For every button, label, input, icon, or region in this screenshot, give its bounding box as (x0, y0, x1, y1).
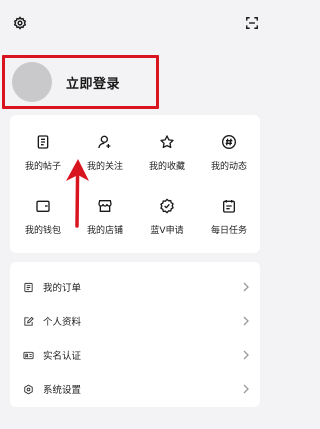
menu-item-label: 我的订单 (43, 283, 82, 294)
hashtag-icon (220, 133, 238, 151)
grid-item-label: 我的帖子 (24, 162, 61, 172)
menu-item-label: 个人资料 (43, 317, 82, 328)
verified-icon (158, 197, 176, 215)
grid-item-wallet[interactable]: 我的钱包 (12, 195, 74, 245)
menu-item-label: 实名认证 (43, 351, 82, 362)
quick-access-card: 我的帖子 我的关注 我的收藏 我的动态 我的钱包 我的店铺 蓝V申请 每日任务 (10, 115, 260, 253)
menu-item-real-name-verification[interactable]: 实名认证 (10, 338, 260, 372)
grid-item-daily-tasks[interactable]: 每日任务 (198, 195, 260, 245)
id-card-icon (22, 349, 34, 361)
edit-profile-icon (22, 315, 34, 327)
grid-item-favorites[interactable]: 我的收藏 (136, 131, 198, 181)
login-label[interactable]: 立即登录 (66, 73, 120, 92)
calendar-icon (220, 197, 238, 215)
grid-item-label: 我的店铺 (86, 226, 123, 236)
menu-list-card: 我的订单 个人资料 实名认证 系统设置 (10, 262, 260, 407)
grid-item-blue-v[interactable]: 蓝V申请 (136, 195, 198, 245)
gear-icon[interactable] (12, 15, 28, 31)
grid-item-store[interactable]: 我的店铺 (74, 195, 136, 245)
menu-item-system-settings[interactable]: 系统设置 (10, 372, 260, 406)
chevron-right-icon (243, 282, 249, 292)
order-icon (22, 281, 34, 293)
menu-item-label: 系统设置 (43, 385, 82, 396)
menu-item-orders[interactable]: 我的订单 (10, 270, 260, 304)
post-icon (34, 133, 52, 151)
chevron-right-icon (243, 384, 249, 394)
grid-item-label: 每日任务 (210, 226, 247, 236)
chevron-right-icon (243, 350, 249, 360)
grid-item-label: 我的钱包 (24, 226, 61, 236)
grid-item-label: 我的收藏 (148, 162, 185, 172)
scan-icon[interactable] (244, 15, 260, 31)
grid-item-following[interactable]: 我的关注 (74, 131, 136, 181)
grid-item-label: 蓝V申请 (150, 226, 184, 236)
grid-item-my-posts[interactable]: 我的帖子 (12, 131, 74, 181)
settings-icon (22, 383, 34, 395)
menu-item-profile[interactable]: 个人资料 (10, 304, 260, 338)
grid-item-label: 我的动态 (210, 162, 247, 172)
top-bar (0, 0, 270, 46)
chevron-right-icon (243, 316, 249, 326)
star-icon (158, 133, 176, 151)
avatar[interactable] (12, 62, 52, 102)
login-entry[interactable]: 立即登录 (6, 57, 156, 107)
store-icon (96, 197, 114, 215)
wallet-icon (34, 197, 52, 215)
grid-item-activity[interactable]: 我的动态 (198, 131, 260, 181)
follow-icon (96, 133, 114, 151)
grid-item-label: 我的关注 (86, 162, 123, 172)
